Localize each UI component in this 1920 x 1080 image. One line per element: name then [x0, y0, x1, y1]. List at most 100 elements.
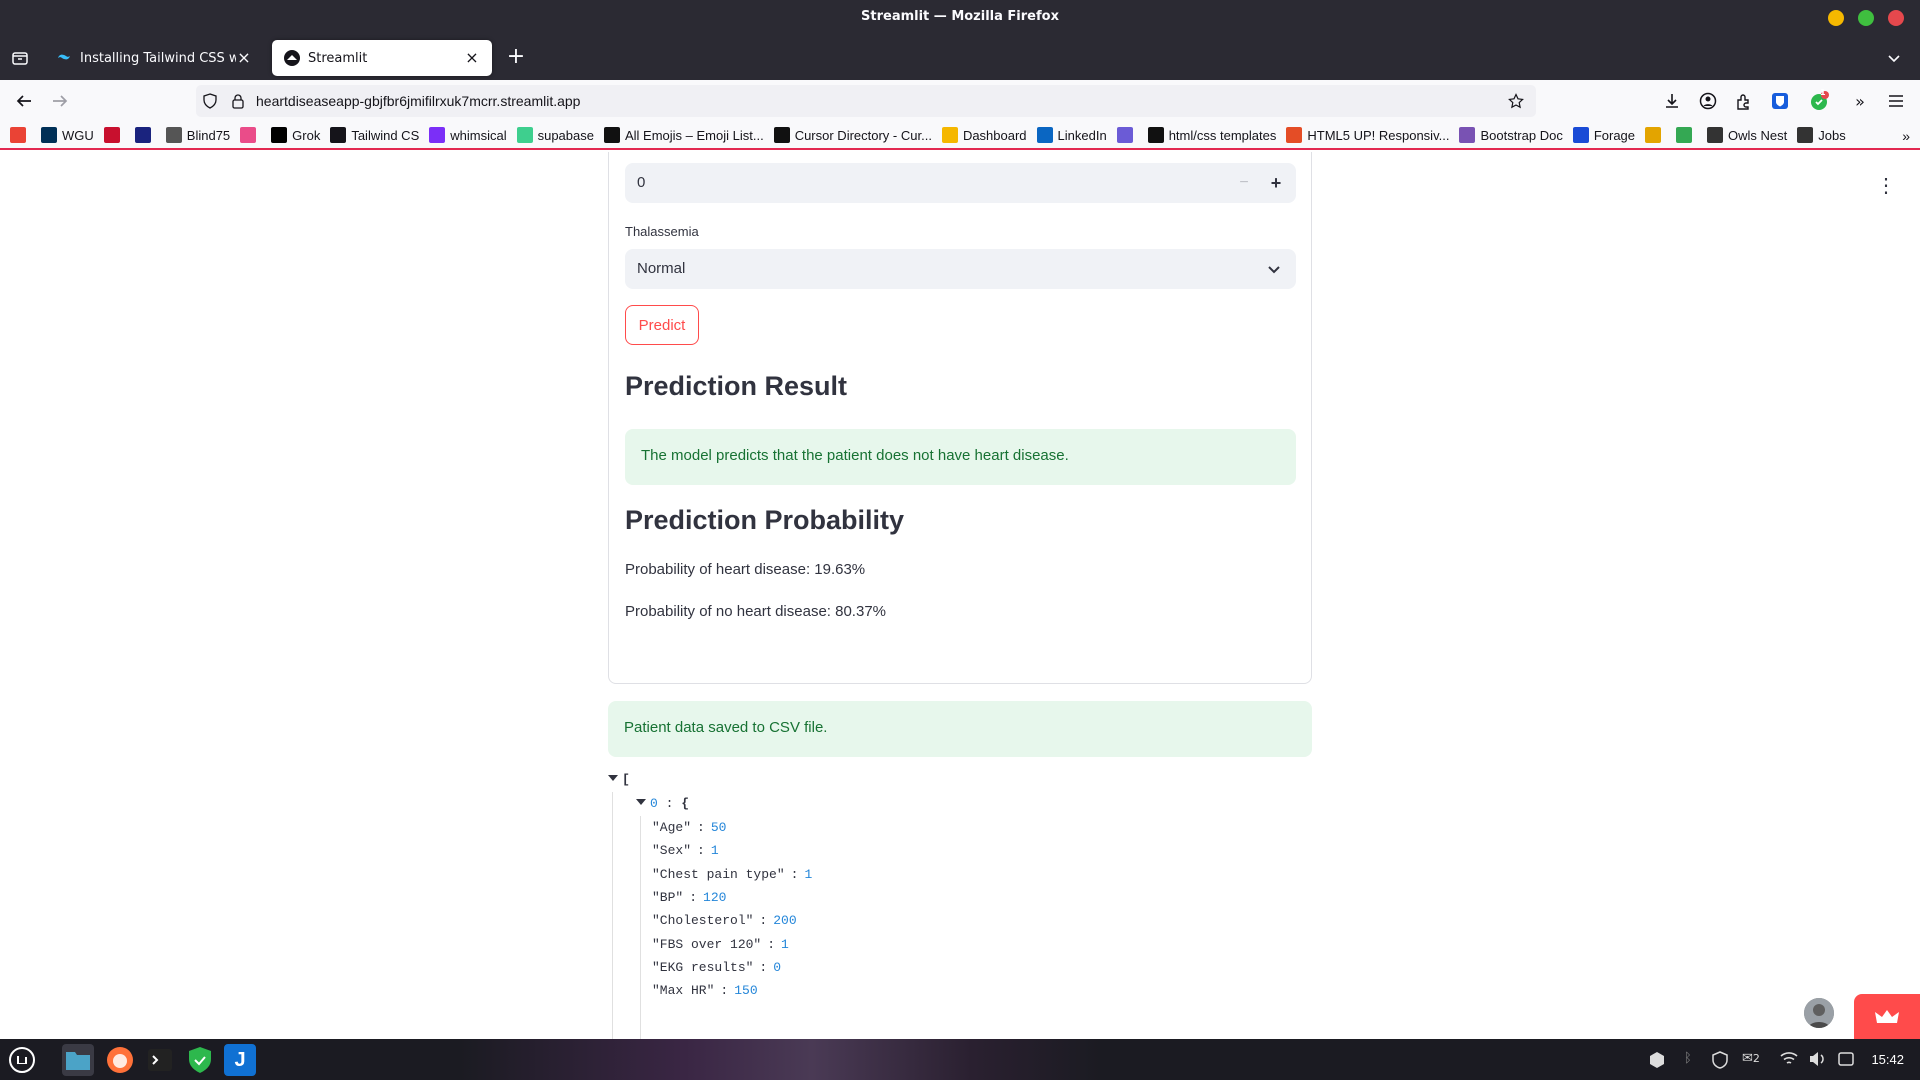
json-separator: : — [790, 866, 799, 882]
keyboard-layout-icon[interactable] — [1838, 1051, 1854, 1071]
bookmark-item[interactable]: Dashboard — [941, 127, 1027, 143]
cube-tray-icon[interactable] — [1648, 1051, 1666, 1073]
address-bar[interactable]: heartdiseaseapp-gbjfbr6jmifilrxuk7mcrr.s… — [196, 85, 1536, 117]
tab-bar: Installing Tailwind CSS with × Streamlit… — [0, 36, 1920, 80]
volume-icon[interactable] — [1808, 1051, 1826, 1071]
bookmark-star-icon[interactable] — [1508, 93, 1524, 109]
number-input-value[interactable]: 0 — [637, 174, 645, 191]
thalassemia-selected-value: Normal — [637, 260, 686, 277]
bookmark-item[interactable]: Grok — [271, 127, 320, 143]
account-icon[interactable] — [1696, 89, 1720, 113]
json-entry: "Chest pain type":1 — [652, 867, 812, 882]
bookmarks-overflow-icon[interactable]: » — [1902, 128, 1910, 144]
json-separator: : — [767, 936, 776, 952]
collapse-caret-icon[interactable] — [608, 775, 618, 781]
drive-icon — [1676, 127, 1693, 143]
thalassemia-select[interactable]: Normal — [625, 249, 1296, 289]
chevron-down-icon[interactable] — [1266, 261, 1282, 277]
adblock-extension-icon[interactable]: 1 — [1808, 88, 1832, 113]
bookmark-item[interactable]: Bootstrap Doc — [1459, 127, 1563, 143]
bookmark-item[interactable]: WGU — [41, 127, 94, 143]
prediction-result-alert: The model predicts that the patient does… — [625, 429, 1296, 485]
increment-button[interactable]: + — [1264, 171, 1288, 195]
json-key: "Chest pain type" — [652, 866, 785, 882]
bookmark-item[interactable] — [10, 127, 31, 143]
close-tab-icon[interactable]: × — [236, 50, 252, 66]
bookmark-item[interactable]: supabase — [516, 127, 594, 143]
dribbble-icon — [240, 127, 257, 143]
bootstrap-icon — [1459, 127, 1476, 143]
bluetooth-icon[interactable]: ᛒ — [1684, 1051, 1692, 1066]
json-entry: "BP":120 — [652, 890, 726, 905]
bookmark-item[interactable]: Cursor Directory - Cur... — [773, 127, 932, 143]
bookmark-item[interactable]: Blind75 — [165, 127, 230, 143]
json-separator: : — [759, 913, 768, 929]
clock[interactable]: 15:42 — [1871, 1052, 1904, 1067]
number-input[interactable]: 0 − + — [625, 163, 1296, 203]
downloads-icon[interactable] — [1660, 89, 1684, 113]
json-value: 1 — [804, 866, 813, 882]
wallpaper-strip — [460, 1039, 1100, 1080]
joplin-icon[interactable]: J — [224, 1044, 256, 1076]
maximize-button[interactable] — [1858, 10, 1874, 26]
predict-button[interactable]: Predict — [625, 305, 699, 345]
json-separator: : — [720, 983, 729, 999]
terminal-icon[interactable] — [144, 1044, 176, 1076]
blind-icon — [165, 127, 182, 143]
collapse-caret-icon[interactable] — [636, 799, 646, 805]
shield-vpn-icon[interactable] — [184, 1044, 216, 1076]
window-title: Streamlit — Mozilla Firefox — [861, 9, 1059, 24]
decrement-button[interactable]: − — [1232, 171, 1256, 195]
bookmark-item[interactable] — [134, 127, 156, 143]
bookmark-item[interactable]: LinkedIn — [1036, 127, 1107, 143]
close-tab-icon[interactable]: × — [464, 50, 480, 66]
bookmark-item[interactable]: Jobs — [1797, 127, 1846, 143]
minimize-button[interactable] — [1828, 10, 1844, 26]
close-window-button[interactable] — [1888, 10, 1904, 26]
shield-icon[interactable] — [202, 93, 218, 109]
mint-menu-icon[interactable] — [6, 1044, 38, 1076]
hamburger-menu-icon[interactable] — [1884, 89, 1908, 113]
bookmark-item[interactable] — [240, 127, 261, 143]
bookmark-item[interactable]: Tailwind CS — [330, 127, 419, 143]
smiley-icon — [941, 127, 958, 143]
bookmark-item[interactable] — [1645, 127, 1666, 143]
bookmark-label: whimsical — [450, 127, 507, 143]
bookmark-item[interactable]: whimsical — [429, 127, 507, 143]
files-icon[interactable] — [62, 1044, 94, 1076]
avatar[interactable] — [1804, 998, 1834, 1028]
firefox-icon[interactable] — [104, 1044, 136, 1076]
bookmark-item[interactable]: All Emojis – Emoji List... — [603, 127, 764, 143]
json-value: 1 — [781, 936, 789, 952]
streamlit-crown-icon[interactable] — [1854, 994, 1920, 1039]
tab-list-icon[interactable] — [10, 48, 30, 68]
extensions-icon[interactable] — [1732, 89, 1756, 113]
tab-streamlit[interactable]: Streamlit × — [272, 40, 492, 76]
bookmark-item[interactable]: html/css templates — [1147, 127, 1276, 143]
probability-heart-disease: Probability of heart disease: 19.63% — [625, 561, 866, 578]
json-value: 150 — [734, 983, 758, 999]
tab-label: Streamlit — [308, 50, 368, 66]
back-arrow-icon[interactable] — [12, 89, 36, 113]
app-menu-icon[interactable]: ⋮ — [1876, 176, 1896, 196]
tab-tailwind[interactable]: Installing Tailwind CSS with × — [44, 40, 264, 76]
bookmark-item[interactable]: Forage — [1572, 127, 1635, 143]
jobs-icon — [1797, 127, 1814, 143]
shield-tray-icon[interactable] — [1712, 1051, 1728, 1073]
wifi-icon[interactable] — [1780, 1051, 1798, 1071]
bookmark-label: LinkedIn — [1057, 127, 1107, 143]
bitwarden-icon[interactable] — [1768, 89, 1792, 113]
more-tools-icon[interactable]: » — [1848, 89, 1872, 113]
lock-icon[interactable] — [230, 93, 246, 109]
notifications-icon[interactable]: ✉2 — [1742, 1051, 1760, 1066]
bookmark-item[interactable]: Owls Nest — [1707, 127, 1787, 143]
bookmark-item[interactable] — [1676, 127, 1697, 143]
bookmark-item[interactable] — [1116, 127, 1138, 143]
forward-arrow-icon[interactable] — [48, 89, 72, 113]
bookmark-item[interactable] — [103, 127, 125, 143]
bookmark-label: All Emojis – Emoji List... — [624, 127, 764, 143]
bookmark-item[interactable]: HTML5 UP! Responsiv... — [1286, 127, 1449, 143]
new-tab-icon[interactable]: + — [504, 46, 528, 70]
json-entry: "Age":50 — [652, 820, 726, 835]
chevron-down-icon[interactable] — [1884, 48, 1904, 68]
